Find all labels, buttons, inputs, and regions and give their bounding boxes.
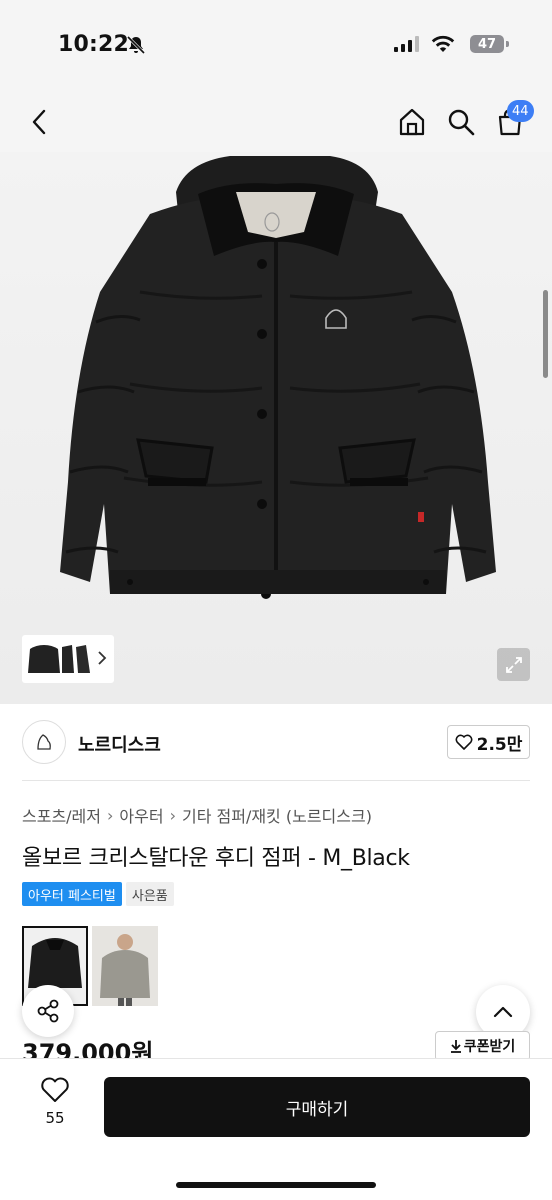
bell-off-icon [126, 35, 146, 55]
product-title: 올보르 크리스탈다운 후디 점퍼 - M_Black [22, 846, 410, 871]
heart-icon [455, 734, 473, 750]
chevron-up-icon [493, 1006, 513, 1018]
bottom-action-bar: 55 구매하기 [0, 1058, 552, 1200]
chevron-left-icon [32, 109, 46, 135]
divider [22, 780, 530, 781]
breadcrumb-item-outer[interactable]: 아우터 [119, 803, 163, 827]
expand-icon [505, 656, 522, 673]
coupon-label: 쿠폰받기 [463, 1039, 516, 1055]
polar-bear-logo-icon [37, 734, 51, 750]
brand-like-count: 2.5만 [476, 734, 523, 755]
variant-grey-image [92, 926, 158, 1006]
brand-logo[interactable] [22, 720, 66, 764]
breadcrumb-separator-icon: › [169, 805, 176, 825]
coupon-button[interactable]: 쿠폰받기 [435, 1031, 530, 1061]
wifi-icon [431, 35, 455, 52]
wishlist-button[interactable]: 55 [30, 1077, 80, 1137]
variant-grey[interactable] [92, 926, 158, 1006]
brand-like-button[interactable]: 2.5만 [447, 725, 530, 759]
chevron-right-icon [98, 651, 107, 665]
battery-cap [506, 41, 509, 47]
search-icon [448, 109, 475, 136]
status-time: 10:22 [58, 32, 130, 57]
home-icon [399, 108, 425, 136]
share-icon [37, 999, 59, 1023]
cart-count-badge: 44 [507, 100, 534, 122]
product-jacket-image [60, 156, 496, 599]
breadcrumb-item-sports[interactable]: 스포츠/레저 [22, 803, 101, 827]
status-bar: 10:22 47 [0, 0, 552, 90]
brand-name[interactable]: 노르디스크 [78, 731, 161, 757]
heart-icon [41, 1077, 69, 1102]
back-button[interactable] [22, 104, 58, 140]
home-indicator [176, 1182, 376, 1188]
search-button[interactable] [443, 104, 479, 140]
thumbnail-images [28, 645, 90, 673]
product-tags: 아우터 페스티벌 사은품 [22, 882, 174, 906]
home-button[interactable] [394, 104, 430, 140]
thumbnail-strip[interactable] [22, 635, 114, 683]
tag-outer-festival: 아우터 페스티벌 [22, 882, 122, 906]
image-scroll-indicator [543, 290, 548, 378]
expand-image-button[interactable] [497, 648, 530, 681]
battery-indicator: 47 [470, 35, 504, 53]
brand-row: 노르디스크 2.5만 [0, 704, 552, 780]
product-image-gallery[interactable] [0, 152, 552, 704]
share-button[interactable] [22, 985, 74, 1037]
download-icon [450, 1040, 461, 1053]
wishlist-count: 55 [45, 1109, 65, 1127]
breadcrumb: 스포츠/레저 › 아우터 › 기타 점퍼/재킷 (노르디스크) [22, 803, 372, 827]
breadcrumb-item-jacket[interactable]: 기타 점퍼/재킷 (노르디스크) [182, 803, 372, 827]
breadcrumb-separator-icon: › [107, 805, 114, 825]
buy-button[interactable]: 구매하기 [104, 1077, 530, 1137]
signal-icon [394, 36, 419, 52]
tag-gift: 사은품 [125, 882, 174, 906]
top-nav [0, 90, 552, 152]
